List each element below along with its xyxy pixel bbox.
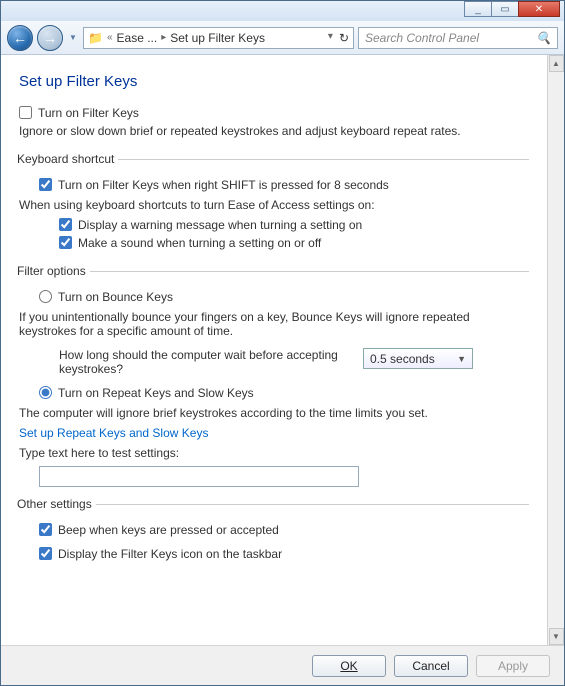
other-settings-legend: Other settings bbox=[17, 497, 96, 511]
taskbar-icon-label: Display the Filter Keys icon on the task… bbox=[58, 547, 282, 561]
nav-history-dropdown[interactable]: ▼ bbox=[67, 28, 79, 48]
window-controls: _ ▭ ✕ bbox=[465, 1, 560, 17]
beep-label: Beep when keys are pressed or accepted bbox=[58, 523, 279, 537]
bounce-keys-desc: If you unintentionally bounce your finge… bbox=[19, 310, 529, 338]
turn-on-filter-keys-checkbox[interactable] bbox=[19, 106, 32, 119]
shift-shortcut-checkbox[interactable] bbox=[39, 178, 52, 191]
setup-repeat-slow-keys-link[interactable]: Set up Repeat Keys and Slow Keys bbox=[19, 426, 208, 440]
bounce-wait-select[interactable]: 0.5 seconds ▼ bbox=[363, 348, 473, 369]
scroll-up-button[interactable]: ▲ bbox=[549, 55, 564, 72]
button-bar: OK Cancel Apply bbox=[1, 645, 564, 685]
cancel-button[interactable]: Cancel bbox=[394, 655, 468, 677]
taskbar-icon-checkbox[interactable] bbox=[39, 547, 52, 560]
close-button[interactable]: ✕ bbox=[518, 1, 560, 17]
page-title: Set up Filter Keys bbox=[19, 73, 529, 90]
search-placeholder: Search Control Panel bbox=[365, 31, 479, 45]
address-bar[interactable]: 📁 « Ease ... ▸ Set up Filter Keys ▾ ↻ bbox=[83, 27, 354, 49]
control-panel-window: _ ▭ ✕ ← → ▼ 📁 « Ease ... ▸ Set up Filter… bbox=[0, 0, 565, 686]
breadcrumb-seg2[interactable]: Set up Filter Keys bbox=[170, 31, 265, 45]
search-input[interactable]: Search Control Panel 🔍 bbox=[358, 27, 558, 49]
chevron-down-icon: ▼ bbox=[457, 354, 466, 364]
display-warning-label: Display a warning message when turning a… bbox=[78, 218, 362, 232]
apply-button[interactable]: Apply bbox=[476, 655, 550, 677]
repeat-keys-radio[interactable] bbox=[39, 386, 52, 399]
back-button[interactable]: ← bbox=[7, 25, 33, 51]
chevron-right-icon: ▸ bbox=[161, 32, 166, 43]
refresh-button[interactable]: ↻ bbox=[339, 31, 349, 45]
shortcut-subheading: When using keyboard shortcuts to turn Ea… bbox=[19, 198, 529, 212]
beep-checkbox[interactable] bbox=[39, 523, 52, 536]
ok-button[interactable]: OK bbox=[312, 655, 386, 677]
forward-button[interactable]: → bbox=[37, 25, 63, 51]
bounce-keys-radio[interactable] bbox=[39, 290, 52, 303]
vertical-scrollbar[interactable]: ▲ ▼ bbox=[547, 55, 564, 645]
minimize-button[interactable]: _ bbox=[464, 1, 492, 17]
make-sound-checkbox[interactable] bbox=[59, 236, 72, 249]
address-dropdown[interactable]: ▾ bbox=[328, 31, 333, 45]
keyboard-shortcut-legend: Keyboard shortcut bbox=[17, 152, 118, 166]
breadcrumb-seg1[interactable]: Ease ... bbox=[117, 31, 158, 45]
maximize-button[interactable]: ▭ bbox=[491, 1, 519, 17]
turn-on-desc: Ignore or slow down brief or repeated ke… bbox=[19, 124, 529, 138]
bounce-wait-value: 0.5 seconds bbox=[370, 352, 435, 366]
test-input-label: Type text here to test settings: bbox=[19, 446, 529, 460]
make-sound-label: Make a sound when turning a setting on o… bbox=[78, 236, 321, 250]
filter-options-group: Filter options Turn on Bounce Keys If yo… bbox=[19, 264, 529, 487]
repeat-keys-label: Turn on Repeat Keys and Slow Keys bbox=[58, 386, 254, 400]
bounce-keys-label: Turn on Bounce Keys bbox=[58, 290, 173, 304]
shift-shortcut-label: Turn on Filter Keys when right SHIFT is … bbox=[58, 178, 389, 192]
test-input[interactable] bbox=[39, 466, 359, 487]
back-arrow-icon: ← bbox=[13, 30, 27, 46]
content-area: Set up Filter Keys Turn on Filter Keys I… bbox=[1, 55, 547, 645]
search-icon: 🔍 bbox=[536, 31, 551, 45]
scroll-down-button[interactable]: ▼ bbox=[549, 628, 564, 645]
other-settings-group: Other settings Beep when keys are presse… bbox=[19, 497, 529, 565]
filter-options-legend: Filter options bbox=[17, 264, 90, 278]
turn-on-filter-keys-label: Turn on Filter Keys bbox=[38, 106, 139, 120]
forward-arrow-icon: → bbox=[43, 30, 57, 46]
folder-icon: 📁 bbox=[88, 31, 103, 45]
display-warning-checkbox[interactable] bbox=[59, 218, 72, 231]
keyboard-shortcut-group: Keyboard shortcut Turn on Filter Keys wh… bbox=[19, 152, 529, 254]
titlebar: _ ▭ ✕ bbox=[1, 1, 564, 21]
repeat-keys-desc: The computer will ignore brief keystroke… bbox=[19, 406, 529, 420]
bounce-wait-question: How long should the computer wait before… bbox=[59, 348, 339, 376]
nav-bar: ← → ▼ 📁 « Ease ... ▸ Set up Filter Keys … bbox=[1, 21, 564, 55]
breadcrumb-sep: « bbox=[107, 32, 113, 43]
